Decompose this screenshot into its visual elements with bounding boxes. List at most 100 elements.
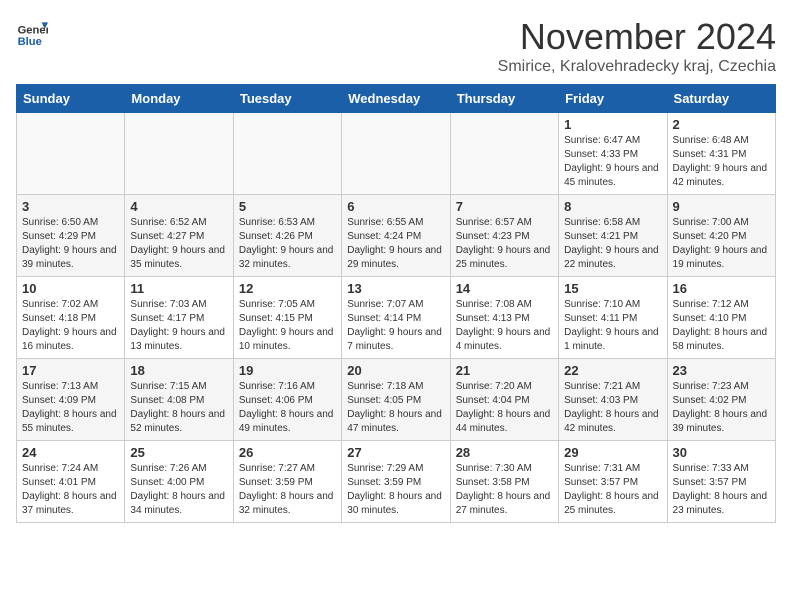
day-number: 30 (673, 445, 770, 460)
day-number: 16 (673, 281, 770, 296)
day-info: Sunrise: 7:31 AM Sunset: 3:57 PM Dayligh… (564, 462, 661, 518)
day-number: 28 (456, 445, 553, 460)
day-number: 27 (347, 445, 444, 460)
calendar-cell: 29 Sunrise: 7:31 AM Sunset: 3:57 PM Dayli… (559, 441, 667, 523)
day-info: Sunrise: 6:47 AM Sunset: 4:33 PM Dayligh… (564, 134, 661, 190)
day-number: 5 (239, 199, 336, 214)
day-number: 3 (22, 199, 119, 214)
calendar-cell: 21 Sunrise: 7:20 AM Sunset: 4:04 PM Dayli… (450, 359, 558, 441)
calendar-cell: 16 Sunrise: 7:12 AM Sunset: 4:10 PM Dayli… (667, 277, 775, 359)
day-info: Sunrise: 6:57 AM Sunset: 4:23 PM Dayligh… (456, 216, 553, 272)
day-info: Sunrise: 6:55 AM Sunset: 4:24 PM Dayligh… (347, 216, 444, 272)
calendar-cell: 2Sunrise: 6:48 AM Sunset: 4:31 PM Daylig… (667, 113, 775, 195)
calendar-week-1: 1 Sunrise: 6:47 AM Sunset: 4:33 PM Daylig… (17, 113, 776, 195)
calendar-cell: 11 Sunrise: 7:03 AM Sunset: 4:17 PM Dayli… (125, 277, 233, 359)
calendar-cell: 5 Sunrise: 6:53 AM Sunset: 4:26 PM Daylig… (233, 195, 341, 277)
day-number: 15 (564, 281, 661, 296)
logo: General Blue (16, 16, 48, 48)
day-info: Sunrise: 7:29 AM Sunset: 3:59 PM Dayligh… (347, 462, 444, 518)
day-info: Sunrise: 7:15 AM Sunset: 4:08 PM Dayligh… (130, 380, 227, 436)
day-number: 10 (22, 281, 119, 296)
day-info: Sunrise: 7:16 AM Sunset: 4:06 PM Dayligh… (239, 380, 336, 436)
day-info: Sunrise: 7:03 AM Sunset: 4:17 PM Dayligh… (130, 298, 227, 354)
calendar-cell: 13 Sunrise: 7:07 AM Sunset: 4:14 PM Dayli… (342, 277, 450, 359)
calendar-cell: 14 Sunrise: 7:08 AM Sunset: 4:13 PM Dayli… (450, 277, 558, 359)
day-number: 20 (347, 363, 444, 378)
day-info: Sunrise: 7:30 AM Sunset: 3:58 PM Dayligh… (456, 462, 553, 518)
day-number: 19 (239, 363, 336, 378)
calendar-cell: 19 Sunrise: 7:16 AM Sunset: 4:06 PM Dayli… (233, 359, 341, 441)
day-number: 24 (22, 445, 119, 460)
calendar-week-4: 17Sunrise: 7:13 AM Sunset: 4:09 PM Dayli… (17, 359, 776, 441)
day-info: Sunrise: 7:33 AM Sunset: 3:57 PM Dayligh… (673, 462, 770, 518)
calendar-cell: 4 Sunrise: 6:52 AM Sunset: 4:27 PM Daylig… (125, 195, 233, 277)
calendar-table: SundayMondayTuesdayWednesdayThursdayFrid… (16, 84, 776, 523)
day-info: Sunrise: 6:53 AM Sunset: 4:26 PM Dayligh… (239, 216, 336, 272)
calendar-cell: 8 Sunrise: 6:58 AM Sunset: 4:21 PM Daylig… (559, 195, 667, 277)
calendar-header-thursday: Thursday (450, 85, 558, 113)
location: Smirice, Kralovehradecky kraj, Czechia (498, 58, 776, 76)
day-number: 1 (564, 117, 661, 132)
calendar-header-friday: Friday (559, 85, 667, 113)
calendar-cell: 20 Sunrise: 7:18 AM Sunset: 4:05 PM Dayli… (342, 359, 450, 441)
day-number: 21 (456, 363, 553, 378)
month-title: November 2024 (498, 16, 776, 58)
day-info: Sunrise: 7:27 AM Sunset: 3:59 PM Dayligh… (239, 462, 336, 518)
day-number: 12 (239, 281, 336, 296)
day-info: Sunrise: 7:26 AM Sunset: 4:00 PM Dayligh… (130, 462, 227, 518)
calendar-cell (342, 113, 450, 195)
svg-text:Blue: Blue (18, 36, 42, 48)
calendar-header-sunday: Sunday (17, 85, 125, 113)
day-number: 7 (456, 199, 553, 214)
day-number: 23 (673, 363, 770, 378)
calendar-cell: 17Sunrise: 7:13 AM Sunset: 4:09 PM Dayli… (17, 359, 125, 441)
calendar-cell: 12Sunrise: 7:05 AM Sunset: 4:15 PM Dayli… (233, 277, 341, 359)
calendar-cell: 30 Sunrise: 7:33 AM Sunset: 3:57 PM Dayli… (667, 441, 775, 523)
day-number: 8 (564, 199, 661, 214)
day-info: Sunrise: 7:00 AM Sunset: 4:20 PM Dayligh… (673, 216, 770, 272)
day-number: 2 (673, 117, 770, 132)
calendar-cell: 22 Sunrise: 7:21 AM Sunset: 4:03 PM Dayli… (559, 359, 667, 441)
day-number: 26 (239, 445, 336, 460)
day-info: Sunrise: 7:18 AM Sunset: 4:05 PM Dayligh… (347, 380, 444, 436)
calendar-cell: 26 Sunrise: 7:27 AM Sunset: 3:59 PM Dayli… (233, 441, 341, 523)
day-info: Sunrise: 6:52 AM Sunset: 4:27 PM Dayligh… (130, 216, 227, 272)
day-number: 25 (130, 445, 227, 460)
day-info: Sunrise: 6:50 AM Sunset: 4:29 PM Dayligh… (22, 216, 119, 272)
day-number: 14 (456, 281, 553, 296)
day-number: 29 (564, 445, 661, 460)
calendar-cell: 28 Sunrise: 7:30 AM Sunset: 3:58 PM Dayli… (450, 441, 558, 523)
day-number: 4 (130, 199, 227, 214)
calendar-header-monday: Monday (125, 85, 233, 113)
day-info: Sunrise: 7:10 AM Sunset: 4:11 PM Dayligh… (564, 298, 661, 354)
day-number: 6 (347, 199, 444, 214)
calendar-cell: 9 Sunrise: 7:00 AM Sunset: 4:20 PM Daylig… (667, 195, 775, 277)
calendar-week-3: 10 Sunrise: 7:02 AM Sunset: 4:18 PM Dayli… (17, 277, 776, 359)
calendar-cell: 10 Sunrise: 7:02 AM Sunset: 4:18 PM Dayli… (17, 277, 125, 359)
calendar-cell: 1 Sunrise: 6:47 AM Sunset: 4:33 PM Daylig… (559, 113, 667, 195)
calendar-cell: 23 Sunrise: 7:23 AM Sunset: 4:02 PM Dayli… (667, 359, 775, 441)
calendar-header-saturday: Saturday (667, 85, 775, 113)
day-info: Sunrise: 7:21 AM Sunset: 4:03 PM Dayligh… (564, 380, 661, 436)
day-info: Sunrise: 7:08 AM Sunset: 4:13 PM Dayligh… (456, 298, 553, 354)
day-number: 11 (130, 281, 227, 296)
calendar-header-tuesday: Tuesday (233, 85, 341, 113)
day-info: Sunrise: 7:23 AM Sunset: 4:02 PM Dayligh… (673, 380, 770, 436)
day-info: Sunrise: 7:02 AM Sunset: 4:18 PM Dayligh… (22, 298, 119, 354)
day-number: 18 (130, 363, 227, 378)
day-number: 13 (347, 281, 444, 296)
calendar-cell: 6 Sunrise: 6:55 AM Sunset: 4:24 PM Daylig… (342, 195, 450, 277)
svg-text:General: General (18, 25, 48, 37)
title-area: November 2024 Smirice, Kralovehradecky k… (498, 16, 776, 76)
day-info: Sunrise: 7:20 AM Sunset: 4:04 PM Dayligh… (456, 380, 553, 436)
day-info: Sunrise: 7:12 AM Sunset: 4:10 PM Dayligh… (673, 298, 770, 354)
day-number: 9 (673, 199, 770, 214)
day-info: Sunrise: 6:58 AM Sunset: 4:21 PM Dayligh… (564, 216, 661, 272)
calendar-cell: 3 Sunrise: 6:50 AM Sunset: 4:29 PM Daylig… (17, 195, 125, 277)
day-info: Sunrise: 7:07 AM Sunset: 4:14 PM Dayligh… (347, 298, 444, 354)
day-info: Sunrise: 7:13 AM Sunset: 4:09 PM Dayligh… (22, 380, 119, 436)
calendar-cell: 25 Sunrise: 7:26 AM Sunset: 4:00 PM Dayli… (125, 441, 233, 523)
calendar-cell (233, 113, 341, 195)
logo-icon: General Blue (16, 16, 48, 48)
day-number: 22 (564, 363, 661, 378)
